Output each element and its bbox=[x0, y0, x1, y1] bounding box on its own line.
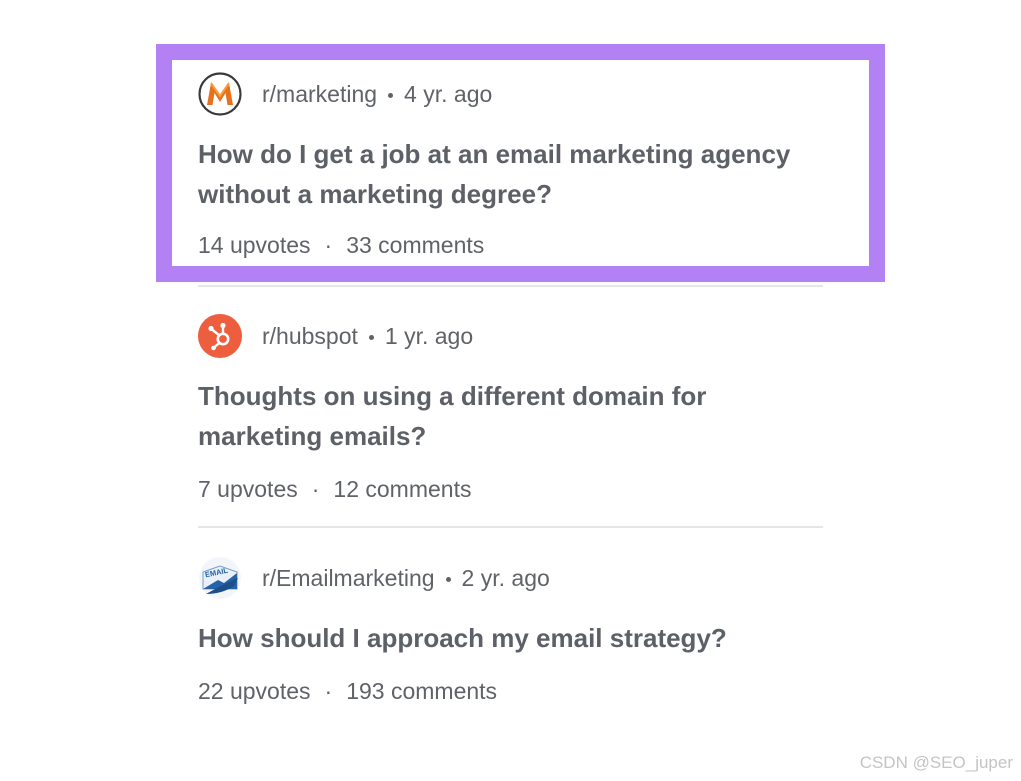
post-header: r/hubspot 1 yr. ago bbox=[198, 314, 473, 358]
stats-separator: · bbox=[324, 232, 333, 258]
post-header: r/marketing 4 yr. ago bbox=[198, 72, 492, 116]
post-title[interactable]: How should I approach my email strategy? bbox=[198, 618, 823, 658]
subreddit-link[interactable]: r/marketing bbox=[262, 81, 377, 108]
stats-separator: · bbox=[324, 678, 333, 704]
post-stats: 14 upvotes · 33 comments bbox=[198, 232, 484, 259]
post-stats: 7 upvotes · 12 comments bbox=[198, 476, 471, 503]
meta-dot bbox=[368, 334, 374, 340]
upvote-count: 7 upvotes bbox=[198, 476, 298, 502]
upvote-count: 14 upvotes bbox=[198, 232, 311, 258]
post-meta: r/Emailmarketing 2 yr. ago bbox=[262, 565, 550, 592]
post-meta: r/hubspot 1 yr. ago bbox=[262, 323, 473, 350]
post-header: EMAIL r/Emailmarketing 2 yr. ago bbox=[198, 556, 550, 600]
comment-count[interactable]: 193 comments bbox=[346, 678, 497, 704]
post-card[interactable]: r/marketing 4 yr. ago How do I get a job… bbox=[198, 72, 823, 272]
post-divider bbox=[198, 285, 823, 287]
hubspot-sprocket-logo-icon[interactable] bbox=[198, 314, 242, 358]
post-title[interactable]: How do I get a job at an email marketing… bbox=[198, 134, 823, 214]
post-card[interactable]: r/hubspot 1 yr. ago Thoughts on using a … bbox=[198, 314, 823, 514]
post-stats: 22 upvotes · 193 comments bbox=[198, 678, 497, 705]
watermark: CSDN @SEO_juper bbox=[859, 753, 1013, 772]
comment-count[interactable]: 33 comments bbox=[346, 232, 484, 258]
upvote-count: 22 upvotes bbox=[198, 678, 311, 704]
post-meta: r/marketing 4 yr. ago bbox=[262, 81, 492, 108]
marketing-m-logo-icon[interactable] bbox=[198, 72, 242, 116]
subreddit-link[interactable]: r/Emailmarketing bbox=[262, 565, 435, 592]
post-card[interactable]: EMAIL r/Emailmarketing 2 yr. ago How sho… bbox=[198, 556, 823, 716]
meta-dot bbox=[445, 576, 451, 582]
post-age: 2 yr. ago bbox=[461, 564, 550, 591]
post-title[interactable]: Thoughts on using a different domain for… bbox=[198, 376, 823, 456]
email-envelope-logo-icon[interactable]: EMAIL bbox=[198, 556, 242, 600]
subreddit-link[interactable]: r/hubspot bbox=[262, 323, 358, 350]
meta-dot bbox=[388, 92, 394, 98]
stats-separator: · bbox=[311, 476, 320, 502]
comment-count[interactable]: 12 comments bbox=[333, 476, 471, 502]
post-divider bbox=[198, 526, 823, 528]
post-age: 1 yr. ago bbox=[384, 322, 474, 349]
post-age: 4 yr. ago bbox=[404, 80, 493, 107]
